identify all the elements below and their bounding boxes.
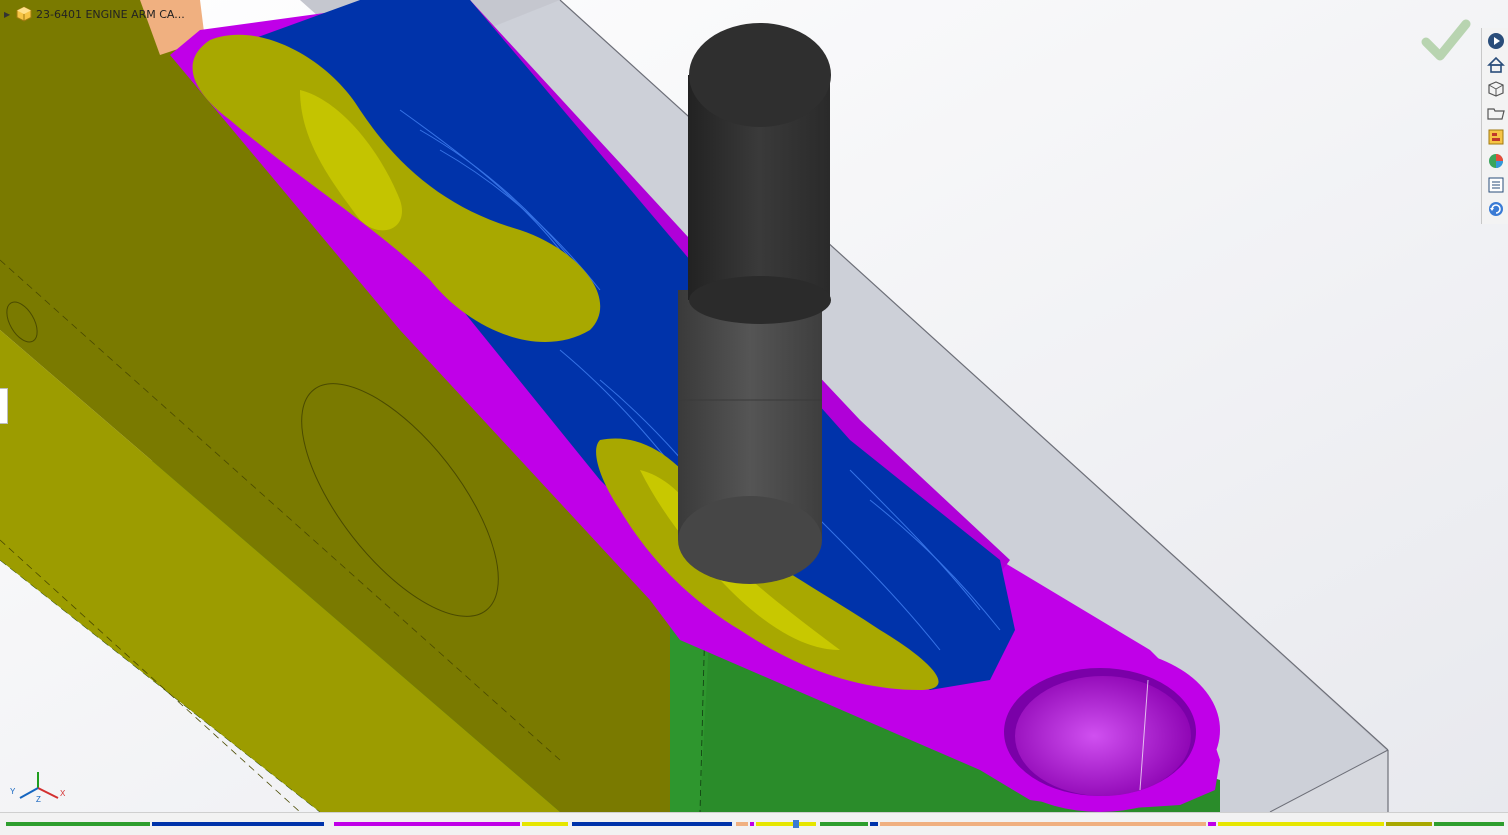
timeline-marker[interactable] (793, 820, 799, 828)
triad-x-label: X (60, 789, 66, 798)
feature-tree-title[interactable]: ▶ 23-6401 ENGINE ARM CA... (4, 6, 185, 22)
open-folder-icon[interactable] (1485, 102, 1507, 124)
bore-hole (980, 648, 1220, 812)
task-pane-toolbar (1481, 28, 1508, 224)
home-icon[interactable] (1485, 54, 1507, 76)
layout-icon[interactable] (1485, 126, 1507, 148)
appearance-icon[interactable] (1485, 150, 1507, 172)
part-icon (16, 6, 32, 22)
confirm-check-icon[interactable] (1420, 18, 1472, 62)
document-title: 23-6401 ENGINE ARM CA... (36, 7, 185, 21)
cutting-tool (678, 23, 831, 584)
refresh-icon[interactable] (1485, 198, 1507, 220)
view-cube-icon[interactable] (1485, 78, 1507, 100)
graphics-viewport[interactable] (0, 0, 1508, 813)
simulation-timeline[interactable] (0, 812, 1508, 835)
play-icon[interactable] (1485, 30, 1507, 52)
cam-simulation-scene[interactable] (0, 0, 1508, 813)
panel-collapse-handle[interactable] (0, 388, 8, 424)
triad-z-label: Z (36, 795, 41, 804)
timeline-segments[interactable] (0, 820, 1508, 828)
list-icon[interactable] (1485, 174, 1507, 196)
axis-triad: Y X Z (10, 772, 66, 804)
triad-y-label: Y (10, 787, 16, 796)
expand-arrow-icon[interactable]: ▶ (4, 10, 12, 19)
